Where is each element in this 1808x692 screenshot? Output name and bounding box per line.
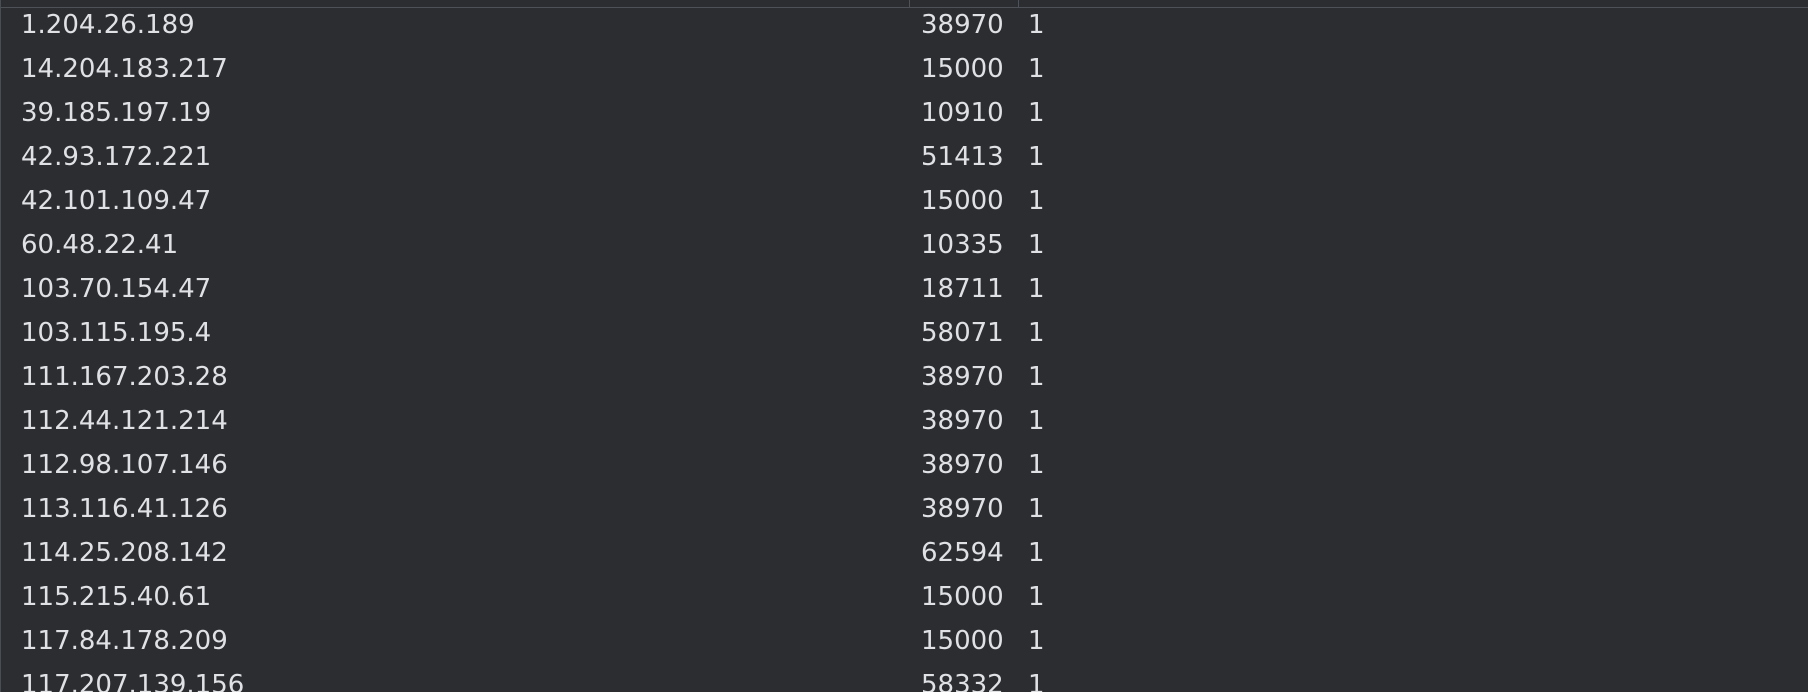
count-cell: 1: [1028, 186, 1045, 216]
table-row[interactable]: 117.207.139.156 58332 1: [1, 663, 1808, 692]
port-cell: 38970: [921, 450, 1004, 480]
count-cell: 1: [1028, 670, 1045, 692]
count-cell: 1: [1028, 450, 1045, 480]
port-cell: 15000: [921, 186, 1004, 216]
table-row[interactable]: 114.25.208.142 62594 1: [1, 531, 1808, 575]
table-row[interactable]: 1.204.26.189 38970 1: [1, 3, 1808, 47]
table-row[interactable]: 113.116.41.126 38970 1: [1, 487, 1808, 531]
port-cell: 51413: [921, 142, 1004, 172]
table-row[interactable]: 39.185.197.19 10910 1: [1, 91, 1808, 135]
table-row[interactable]: 42.101.109.47 15000 1: [1, 179, 1808, 223]
table-row[interactable]: 117.84.178.209 15000 1: [1, 619, 1808, 663]
count-cell: 1: [1028, 142, 1045, 172]
table-row[interactable]: 14.204.183.217 15000 1: [1, 47, 1808, 91]
results-table: 1.204.26.189 38970 1 14.204.183.217 1500…: [0, 0, 1808, 692]
ip-cell: 42.93.172.221: [21, 142, 212, 172]
port-cell: 38970: [921, 406, 1004, 436]
count-cell: 1: [1028, 230, 1045, 260]
table-row[interactable]: 115.215.40.61 15000 1: [1, 575, 1808, 619]
table-row[interactable]: 60.48.22.41 10335 1: [1, 223, 1808, 267]
table-row[interactable]: 103.70.154.47 18711 1: [1, 267, 1808, 311]
port-cell: 62594: [921, 538, 1004, 568]
count-cell: 1: [1028, 10, 1045, 40]
ip-cell: 42.101.109.47: [21, 186, 212, 216]
table-row[interactable]: 112.98.107.146 38970 1: [1, 443, 1808, 487]
port-cell: 38970: [921, 494, 1004, 524]
ip-cell: 111.167.203.28: [21, 362, 228, 392]
ip-cell: 103.70.154.47: [21, 274, 212, 304]
port-cell: 58332: [921, 670, 1004, 692]
table-body: 1.204.26.189 38970 1 14.204.183.217 1500…: [1, 3, 1808, 692]
count-cell: 1: [1028, 362, 1045, 392]
ip-cell: 14.204.183.217: [21, 54, 228, 84]
count-cell: 1: [1028, 54, 1045, 84]
table-row[interactable]: 103.115.195.4 58071 1: [1, 311, 1808, 355]
ip-cell: 60.48.22.41: [21, 230, 179, 260]
port-cell: 15000: [921, 54, 1004, 84]
count-cell: 1: [1028, 318, 1045, 348]
count-cell: 1: [1028, 98, 1045, 128]
ip-cell: 113.116.41.126: [21, 494, 228, 524]
port-cell: 18711: [921, 274, 1004, 304]
table-row[interactable]: 112.44.121.214 38970 1: [1, 399, 1808, 443]
count-cell: 1: [1028, 274, 1045, 304]
port-cell: 15000: [921, 626, 1004, 656]
ip-cell: 114.25.208.142: [21, 538, 228, 568]
port-cell: 38970: [921, 362, 1004, 392]
count-cell: 1: [1028, 626, 1045, 656]
ip-cell: 115.215.40.61: [21, 582, 212, 612]
table-row[interactable]: 111.167.203.28 38970 1: [1, 355, 1808, 399]
port-cell: 10910: [921, 98, 1004, 128]
port-cell: 38970: [921, 10, 1004, 40]
ip-cell: 103.115.195.4: [21, 318, 212, 348]
ip-cell: 117.207.139.156: [21, 670, 245, 692]
ip-cell: 112.44.121.214: [21, 406, 228, 436]
port-cell: 15000: [921, 582, 1004, 612]
count-cell: 1: [1028, 538, 1045, 568]
port-cell: 10335: [921, 230, 1004, 260]
ip-cell: 112.98.107.146: [21, 450, 228, 480]
ip-cell: 1.204.26.189: [21, 10, 195, 40]
ip-cell: 39.185.197.19: [21, 98, 212, 128]
table-row[interactable]: 42.93.172.221 51413 1: [1, 135, 1808, 179]
count-cell: 1: [1028, 406, 1045, 436]
count-cell: 1: [1028, 582, 1045, 612]
count-cell: 1: [1028, 494, 1045, 524]
ip-cell: 117.84.178.209: [21, 626, 228, 656]
port-cell: 58071: [921, 318, 1004, 348]
